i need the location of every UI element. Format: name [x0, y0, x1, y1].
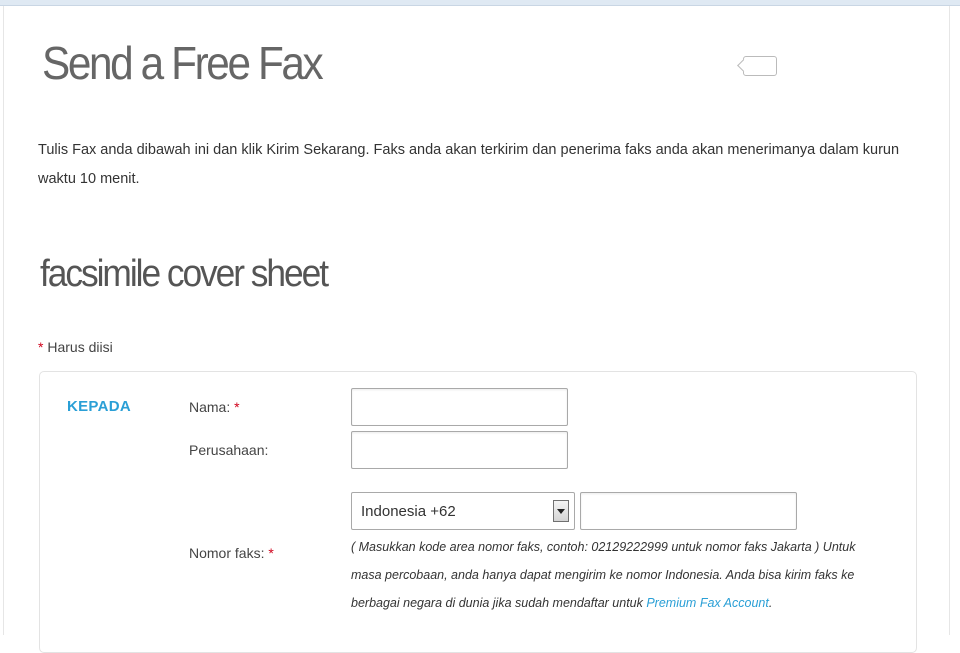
country-code-selected: Indonesia +62: [361, 503, 456, 520]
recipient-section-label: KEPADA: [67, 398, 132, 415]
required-note-text: Harus diisi: [43, 339, 113, 355]
name-input[interactable]: [351, 388, 568, 426]
fax-number-label: Nomor faks: *: [189, 545, 274, 561]
name-label-text: Nama:: [189, 399, 235, 415]
fax-number-label-text: Nomor faks:: [189, 545, 269, 561]
fax-help-end: .: [768, 596, 773, 610]
page-left-border: [3, 6, 4, 635]
cover-sheet-title: facsimile cover sheet: [40, 253, 329, 295]
company-input[interactable]: [351, 431, 568, 469]
company-label: Perusahaan:: [189, 442, 269, 458]
tag-icon[interactable]: [743, 56, 777, 76]
fax-required-asterisk: *: [268, 545, 274, 561]
page-right-border: [949, 6, 950, 635]
name-label: Nama: *: [189, 399, 240, 415]
name-required-asterisk: *: [234, 399, 240, 415]
country-code-select[interactable]: Indonesia +62: [351, 492, 575, 530]
premium-fax-account-link[interactable]: Premium Fax Account: [646, 596, 769, 610]
browser-top-strip: [0, 0, 960, 6]
fax-number-input[interactable]: [580, 492, 797, 530]
dropdown-arrow-icon[interactable]: [553, 500, 569, 522]
required-note: * Harus diisi: [38, 339, 113, 355]
fax-help-text: ( Masukkan kode area nomor faks, contoh:…: [351, 533, 871, 617]
fax-help-body: ( Masukkan kode area nomor faks, contoh:…: [351, 540, 856, 610]
page-title: Send a Free Fax: [42, 37, 324, 89]
intro-text: Tulis Fax anda dibawah ini dan klik Kiri…: [38, 142, 900, 187]
